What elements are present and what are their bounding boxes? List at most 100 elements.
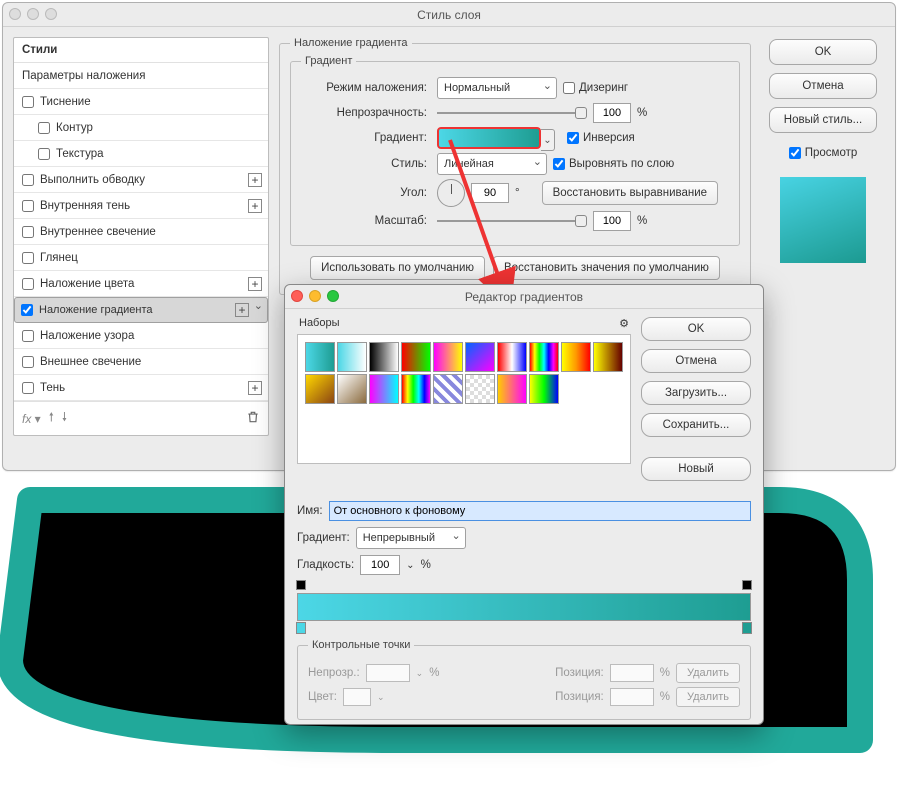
cancel-button[interactable]: Отмена [769, 73, 877, 99]
smooth-input[interactable] [360, 555, 400, 575]
preset-thumb[interactable] [433, 342, 463, 372]
make-default-button[interactable]: Использовать по умолчанию [310, 256, 485, 280]
angle-input[interactable] [471, 183, 509, 203]
chevron-down-icon[interactable]: ⌄ [541, 129, 555, 151]
pattern-overlay-checkbox[interactable] [22, 330, 34, 342]
add-icon[interactable]: + [248, 173, 262, 187]
inner-glow-checkbox[interactable] [22, 226, 34, 238]
preset-thumb[interactable] [305, 342, 335, 372]
preset-thumb[interactable] [337, 374, 367, 404]
stroke-item[interactable]: Выполнить обводку+ [14, 167, 268, 193]
drop-shadow-item[interactable]: Тень+ [14, 375, 268, 401]
add-icon[interactable]: + [248, 277, 262, 291]
gradient-swatch[interactable]: ⌄ [437, 127, 541, 149]
satin-checkbox[interactable] [22, 252, 34, 264]
contour-item[interactable]: Контур [14, 115, 268, 141]
delete-opacity-stop-button[interactable]: Удалить [676, 663, 740, 683]
zoom-icon[interactable] [45, 8, 57, 20]
align-checkbox[interactable] [553, 158, 565, 170]
emboss-item[interactable]: Тиснение [14, 89, 268, 115]
opacity-input[interactable] [593, 103, 631, 123]
gradient-ramp[interactable] [297, 593, 751, 621]
emboss-checkbox[interactable] [22, 96, 34, 108]
delete-color-stop-button[interactable]: Удалить [676, 687, 740, 707]
preset-thumb[interactable] [369, 342, 399, 372]
stroke-checkbox[interactable] [22, 174, 34, 186]
color-overlay-item[interactable]: Наложение цвета+ [14, 271, 268, 297]
save-button[interactable]: Сохранить... [641, 413, 751, 437]
arrow-up-icon[interactable]: 🠕 [49, 408, 54, 429]
inner-shadow-checkbox[interactable] [22, 200, 34, 212]
preset-thumb[interactable] [401, 342, 431, 372]
preset-thumb[interactable] [497, 342, 527, 372]
gear-icon[interactable]: ⚙︎ [619, 317, 629, 330]
load-button[interactable]: Загрузить... [641, 381, 751, 405]
texture-checkbox[interactable] [38, 148, 50, 160]
editor-window-controls[interactable] [291, 290, 339, 302]
reverse-checkbox[interactable] [567, 132, 579, 144]
preset-thumb[interactable] [305, 374, 335, 404]
arrow-down-icon[interactable]: 🠗 [62, 408, 67, 429]
trash-icon[interactable] [246, 410, 260, 427]
opacity-slider[interactable] [437, 112, 587, 114]
close-icon[interactable] [9, 8, 21, 20]
style-select[interactable]: Линейная [437, 153, 547, 175]
add-icon[interactable]: + [248, 199, 262, 213]
close-icon[interactable] [291, 290, 303, 302]
minimize-icon[interactable] [309, 290, 321, 302]
pattern-overlay-item[interactable]: Наложение узора [14, 323, 268, 349]
preset-thumb[interactable] [337, 342, 367, 372]
gradient-overlay-checkbox[interactable] [21, 304, 33, 316]
reset-align-button[interactable]: Восстановить выравнивание [542, 181, 718, 205]
dither-checkbox[interactable] [563, 82, 575, 94]
stop-opacity-input[interactable] [366, 664, 410, 682]
satin-item[interactable]: Глянец [14, 245, 268, 271]
preset-thumb[interactable] [529, 342, 559, 372]
stop-color-position-input[interactable] [610, 688, 654, 706]
stop-position-input[interactable] [610, 664, 654, 682]
type-select[interactable]: Непрерывный [356, 527, 466, 549]
add-icon[interactable]: + [248, 381, 262, 395]
texture-item[interactable]: Текстура [14, 141, 268, 167]
preset-thumb[interactable] [465, 374, 495, 404]
blend-mode-select[interactable]: Нормальный [437, 77, 557, 99]
color-stop-left[interactable] [296, 622, 306, 634]
new-button[interactable]: Новый [641, 457, 751, 481]
presets-box[interactable] [297, 334, 631, 464]
outer-glow-checkbox[interactable] [22, 356, 34, 368]
opacity-stop-right[interactable] [742, 580, 752, 590]
inner-shadow-item[interactable]: Внутренняя тень+ [14, 193, 268, 219]
color-overlay-checkbox[interactable] [22, 278, 34, 290]
editor-ok-button[interactable]: OK [641, 317, 751, 341]
scale-input[interactable] [593, 211, 631, 231]
drop-shadow-checkbox[interactable] [22, 382, 34, 394]
window-controls[interactable] [9, 8, 57, 20]
preset-thumb[interactable] [497, 374, 527, 404]
minimize-icon[interactable] [27, 8, 39, 20]
preset-thumb[interactable] [433, 374, 463, 404]
preset-thumb[interactable] [369, 374, 399, 404]
zoom-icon[interactable] [327, 290, 339, 302]
inner-glow-item[interactable]: Внутреннее свечение [14, 219, 268, 245]
add-icon[interactable]: + [235, 303, 249, 317]
preset-thumb[interactable] [401, 374, 431, 404]
ok-button[interactable]: OK [769, 39, 877, 65]
fx-menu[interactable]: fx ▾ [22, 412, 41, 426]
color-stop-right[interactable] [742, 622, 752, 634]
editor-cancel-button[interactable]: Отмена [641, 349, 751, 373]
scale-slider[interactable] [437, 220, 587, 222]
blending-options-item[interactable]: Параметры наложения [14, 63, 268, 89]
outer-glow-item[interactable]: Внешнее свечение [14, 349, 268, 375]
angle-dial[interactable] [437, 179, 465, 207]
stop-color-swatch[interactable] [343, 688, 371, 706]
name-input[interactable] [329, 501, 751, 521]
preset-thumb[interactable] [465, 342, 495, 372]
opacity-stop-left[interactable] [296, 580, 306, 590]
preview-checkbox[interactable] [789, 147, 801, 159]
reset-default-button[interactable]: Восстановить значения по умолчанию [493, 256, 720, 280]
preset-thumb[interactable] [593, 342, 623, 372]
contour-checkbox[interactable] [38, 122, 50, 134]
gradient-overlay-item[interactable]: Наложение градиента+ [14, 297, 268, 323]
new-style-button[interactable]: Новый стиль... [769, 107, 877, 133]
preset-thumb[interactable] [561, 342, 591, 372]
